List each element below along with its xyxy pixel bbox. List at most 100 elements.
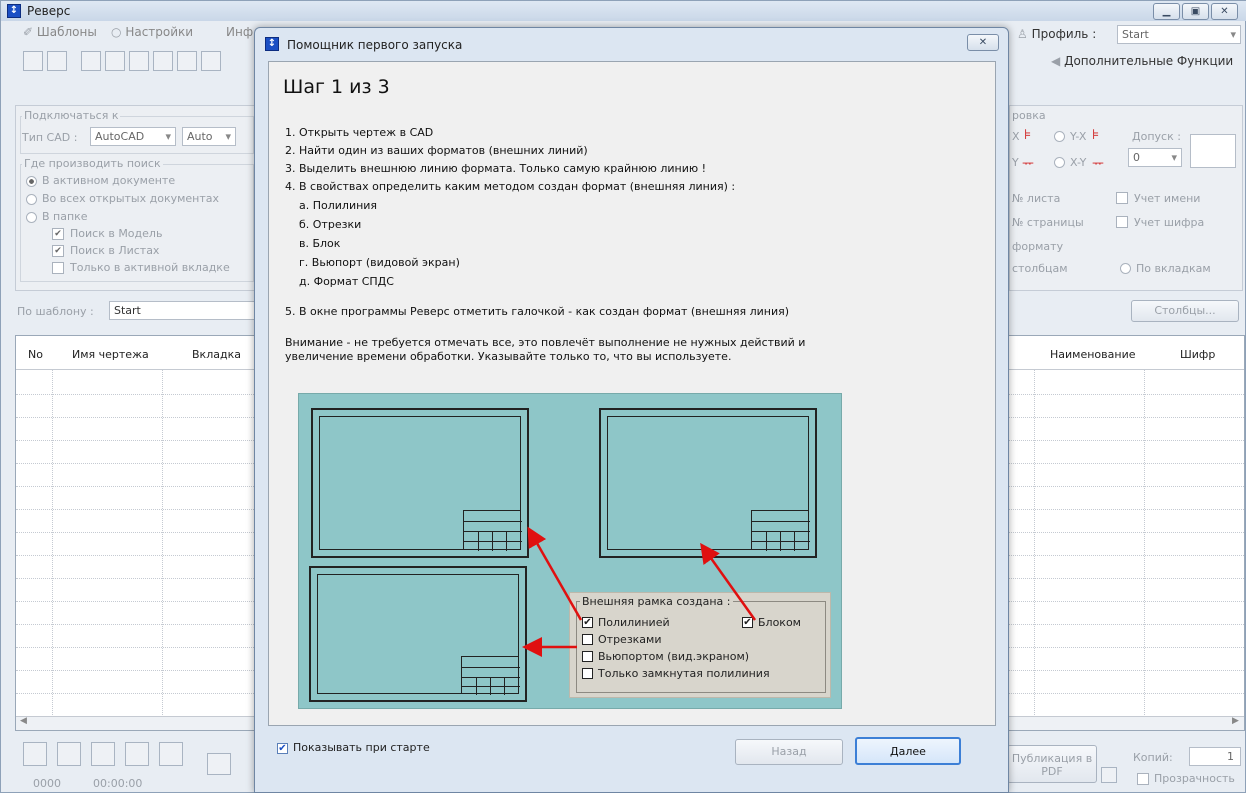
menu-templates[interactable]: ✐ Шаблоны xyxy=(23,25,97,39)
frame-icon[interactable] xyxy=(177,51,197,71)
by-template-input[interactable]: Start xyxy=(109,301,259,320)
substep-a: а. Полилиния xyxy=(299,199,378,212)
radio-by-tabs[interactable] xyxy=(1120,263,1131,274)
menu-settings[interactable]: ○ Настройки xyxy=(111,25,193,39)
col-name[interactable]: Наименование xyxy=(1050,348,1135,361)
show-on-start-checkbox[interactable]: ✔ xyxy=(277,743,288,754)
scroll-right-icon[interactable]: ▶ xyxy=(1232,716,1239,726)
cad-type-select[interactable]: AutoCAD ▾ xyxy=(90,127,176,146)
wizard-page: Шаг 1 из 3 1. Открыть чертеж в CAD 2. На… xyxy=(268,61,996,726)
chevron-down-icon: ▾ xyxy=(1230,28,1236,41)
transparency-label: Прозрачность xyxy=(1154,772,1235,785)
check-use-code[interactable] xyxy=(1116,216,1128,228)
menu-settings-label: Настройки xyxy=(125,25,194,39)
cad-version-select[interactable]: Auto ▾ xyxy=(182,127,236,146)
check-transparency[interactable] xyxy=(1137,773,1149,785)
step-3: 3. Выделить внешнюю линию формата. Тольк… xyxy=(285,162,707,175)
save-icon[interactable] xyxy=(47,51,67,71)
move-down-icon[interactable] xyxy=(57,742,81,766)
menu-templates-label: Шаблоны xyxy=(36,25,97,39)
sort-group-title: ровка xyxy=(1010,109,1048,122)
check-model-label: Поиск в Модель xyxy=(70,227,163,240)
arrow-to-polyline-frame xyxy=(527,526,583,621)
corner-preview xyxy=(1190,134,1236,168)
elapsed-time: 00:00:00 xyxy=(93,777,143,790)
copies-input[interactable]: 1 xyxy=(1189,747,1241,766)
radio-all-docs[interactable] xyxy=(26,194,37,205)
profile-label: ♙ Профиль : xyxy=(1017,27,1096,41)
show-on-start-label: Показывать при старте xyxy=(293,741,430,754)
check-sheets-label: Поиск в Листах xyxy=(70,244,160,257)
close-icon[interactable]: ✕ xyxy=(1211,3,1238,20)
check-model[interactable]: ✔ xyxy=(52,228,64,240)
title-bar: ↕ Реверс ▁ ▣ ✕ xyxy=(1,1,1246,21)
grid-line xyxy=(1034,370,1035,715)
right-settings-panel: ровка X ⊧ Y-X ⊧ Допуск : Y ᅲ X-Y ᅲ 0 ▾ №… xyxy=(1009,105,1243,291)
col-code[interactable]: Шифр xyxy=(1180,348,1215,361)
speaker-icon: ◀ xyxy=(1051,54,1061,68)
minimize-icon[interactable]: ▁ xyxy=(1153,3,1180,20)
profile-select-value: Start xyxy=(1122,28,1149,41)
cad-version-value: Auto xyxy=(187,130,213,143)
check-sheets[interactable]: ✔ xyxy=(52,245,64,257)
text-icon[interactable] xyxy=(201,51,221,71)
radio-folder-label: В папке xyxy=(42,210,88,223)
extra-functions-label: Дополнительные Функции xyxy=(1064,54,1234,68)
back-button[interactable]: Назад xyxy=(735,739,843,765)
stop-icon[interactable] xyxy=(23,742,47,766)
scroll-left-icon[interactable]: ◀ xyxy=(20,716,27,726)
step-5: 5. В окне программы Реверс отметить гало… xyxy=(285,305,790,318)
dialog-title: Помощник первого запуска xyxy=(287,38,463,52)
by-template-label: По шаблону : xyxy=(17,305,94,318)
columns-button[interactable]: Столбцы... xyxy=(1131,300,1239,322)
warning-line-1: Внимание - не требуется отмечать все, эт… xyxy=(285,336,806,349)
grid-line xyxy=(1144,370,1145,715)
copies-label: Копий: xyxy=(1133,751,1173,764)
publish-button[interactable]: Публикация в PDF xyxy=(1007,745,1097,783)
radio-folder[interactable] xyxy=(26,212,37,223)
numbering-icon[interactable] xyxy=(105,51,125,71)
table-icon[interactable] xyxy=(81,51,101,71)
window-title: Реверс xyxy=(27,4,71,18)
check-active-tab-label: Только в активной вкладке xyxy=(70,261,230,274)
tolerance-select[interactable]: 0 ▾ xyxy=(1128,148,1182,167)
move-top-icon[interactable] xyxy=(125,742,149,766)
publish-settings-icon[interactable] xyxy=(1101,767,1117,783)
substep-e: д. Формат СПДС xyxy=(299,275,394,288)
col-drawing-name[interactable]: Имя чертежа xyxy=(72,348,149,361)
tolerance-value: 0 xyxy=(1133,151,1140,164)
menu-info[interactable]: Инф xyxy=(226,25,253,39)
step-2: 2. Найти один из ваших форматов (внешних… xyxy=(285,144,588,157)
extra-functions-button[interactable]: ◀ Дополнительные Функции xyxy=(1051,54,1233,68)
sort-az-icon[interactable] xyxy=(129,51,149,71)
col-tab[interactable]: Вкладка xyxy=(192,348,241,361)
first-run-wizard-dialog: ↕ Помощник первого запуска ✕ Шаг 1 из 3 … xyxy=(254,27,1009,793)
move-up-icon[interactable] xyxy=(91,742,115,766)
step-4: 4. В свойствах определить каким методом … xyxy=(285,180,736,193)
gear-icon: ○ xyxy=(111,25,122,39)
open-icon[interactable] xyxy=(23,51,43,71)
sheet-no-label: № листа xyxy=(1012,192,1061,205)
next-button[interactable]: Далее xyxy=(855,737,961,765)
radio-active-doc[interactable] xyxy=(26,176,37,187)
print-frame-icon[interactable] xyxy=(207,753,231,775)
chevron-down-icon: ▾ xyxy=(165,130,171,143)
col-no[interactable]: No xyxy=(28,348,43,361)
sort-down-icon[interactable] xyxy=(153,51,173,71)
substep-d: г. Вьюпорт (видовой экран) xyxy=(299,256,460,269)
grid-line xyxy=(52,370,53,715)
profile-select[interactable]: Start ▾ xyxy=(1117,25,1241,44)
sort-x-icon: ⊧ xyxy=(1024,127,1032,143)
opt-x-label: X xyxy=(1012,130,1020,143)
radio-yx[interactable] xyxy=(1054,131,1065,142)
check-active-tab[interactable] xyxy=(52,262,64,274)
maximize-icon[interactable]: ▣ xyxy=(1182,3,1209,20)
by-tabs-label: По вкладкам xyxy=(1136,262,1211,275)
radio-xy[interactable] xyxy=(1054,157,1065,168)
step-1: 1. Открыть чертеж в CAD xyxy=(285,126,434,139)
cad-type-value: AutoCAD xyxy=(95,130,145,143)
move-bottom-icon[interactable] xyxy=(159,742,183,766)
check-use-name[interactable] xyxy=(1116,192,1128,204)
dialog-close-icon[interactable]: ✕ xyxy=(967,34,999,51)
warning-line-2: увеличение времени обработки. Указывайте… xyxy=(285,350,732,363)
